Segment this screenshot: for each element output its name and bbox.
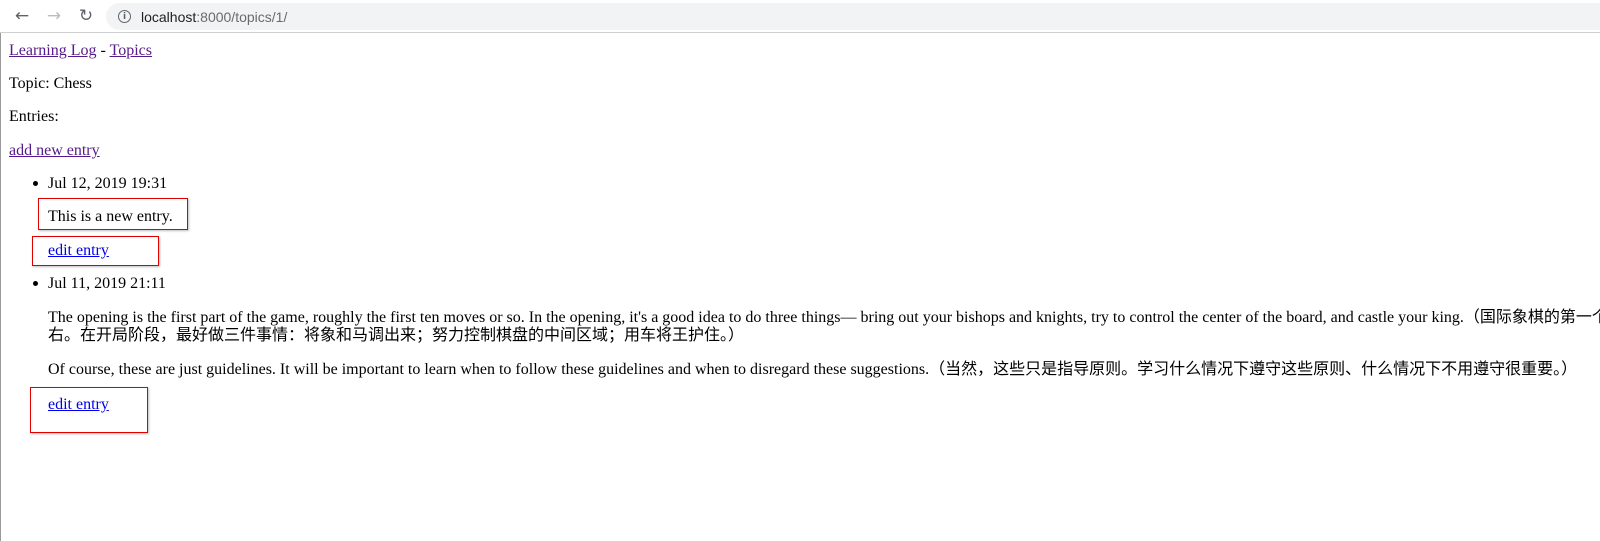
header-separator: - (100, 42, 106, 59)
url-text[interactable]: localhost:8000/topics/1/ (141, 9, 287, 25)
entry-date: Jul 12, 2019 19:31 (48, 175, 168, 192)
url-path: :8000/topics/1/ (196, 8, 288, 25)
window-left-border (0, 33, 1, 541)
home-link[interactable]: Learning Log (9, 42, 97, 59)
url-host: localhost (141, 8, 197, 25)
add-new-entry-link[interactable]: add new entry (9, 142, 100, 159)
list-bullet (33, 281, 38, 286)
address-bar[interactable]: i localhost:8000/topics/1/ (106, 3, 1600, 30)
entry-text-continued: 右。在开局阶段，最好做三件事情：将象和马调出来；努力控制棋盘的中间区域；用车将王… (48, 327, 745, 344)
annotation-box (32, 236, 159, 266)
entries-label: Entries: (9, 108, 59, 125)
topics-link[interactable]: Topics (110, 42, 152, 59)
info-icon[interactable]: i (118, 10, 131, 23)
forward-arrow-icon[interactable]: → (43, 5, 65, 27)
annotation-box (30, 387, 148, 433)
entry-text: The opening is the first part of the gam… (48, 309, 1600, 326)
back-arrow-icon[interactable]: ← (11, 5, 33, 27)
annotation-box (38, 198, 188, 230)
site-header: Learning Log - Topics (9, 42, 152, 60)
entry-text: Of course, these are just guidelines. It… (48, 361, 1578, 378)
browser-toolbar: ← → ↻ i localhost:8000/topics/1/ (0, 0, 1600, 33)
list-bullet (33, 181, 38, 186)
entry-date: Jul 11, 2019 21:11 (48, 275, 166, 292)
topic-title: Topic: Chess (9, 75, 92, 92)
reload-icon[interactable]: ↻ (75, 5, 97, 27)
